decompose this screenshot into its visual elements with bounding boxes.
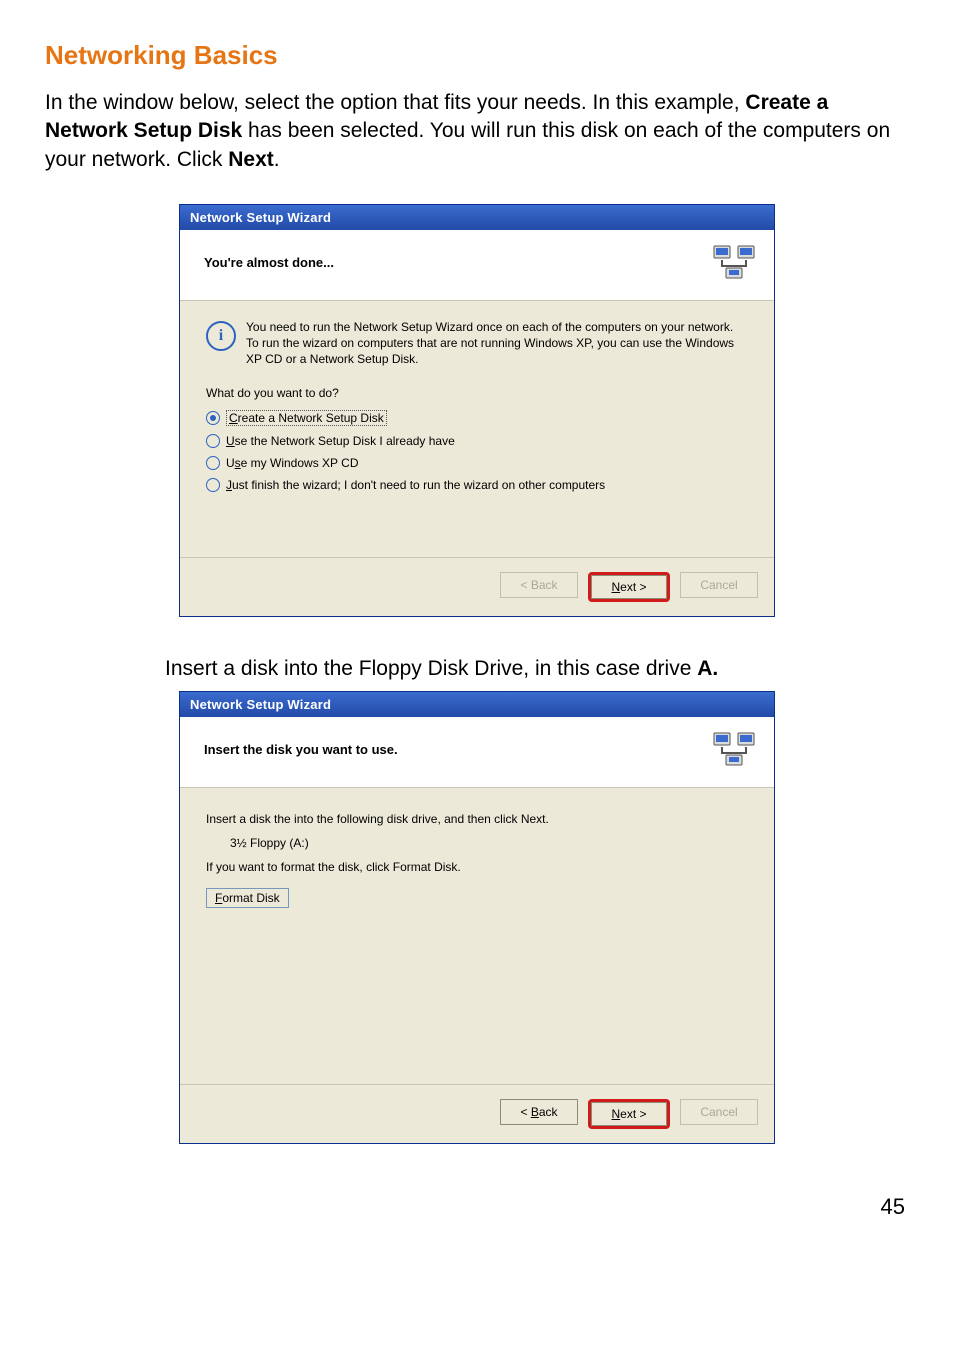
wizard-footer: < Back Next > Cancel — [180, 557, 774, 616]
opt-accel: U — [226, 434, 235, 448]
wizard-header: You're almost done... — [180, 230, 774, 301]
info-icon: i — [206, 321, 236, 351]
wizard-window-1: Network Setup Wizard You're almost done.… — [179, 204, 775, 617]
wizard-body: Insert a disk the into the following dis… — [180, 788, 774, 1084]
next-rest: ext > — [620, 1107, 646, 1121]
radio-option-create-disk[interactable]: Create a Network Setup Disk — [206, 410, 748, 426]
network-icon — [712, 242, 756, 282]
radio-option-use-xp-cd[interactable]: Use my Windows XP CD — [206, 456, 748, 470]
intro-bold-2: Next — [228, 148, 274, 171]
opt-accel: C — [229, 411, 238, 425]
intro-text-3: . — [274, 148, 280, 171]
titlebar: Network Setup Wizard — [180, 692, 774, 717]
page-number: 45 — [45, 1194, 909, 1220]
caption2-text: Insert a disk into the Floppy Disk Drive… — [165, 657, 697, 680]
wizard-heading: You're almost done... — [204, 255, 334, 270]
info-text: You need to run the Network Setup Wizard… — [246, 319, 748, 368]
opt-label: e my Windows XP CD — [241, 456, 359, 470]
back-button: < Back — [500, 572, 578, 598]
opt-prefix: U — [226, 456, 235, 470]
opt-label: ust finish the wizard; I don't need to r… — [232, 478, 605, 492]
cancel-button: Cancel — [680, 1099, 758, 1125]
intro-paragraph: In the window below, select the option t… — [45, 89, 909, 174]
next-button[interactable]: Next > — [591, 575, 667, 599]
format-disk-button[interactable]: Format Disk — [206, 888, 289, 908]
radio-icon — [206, 478, 220, 492]
cancel-button: Cancel — [680, 572, 758, 598]
drive-label: 3½ Floppy (A:) — [230, 836, 748, 850]
radio-icon — [206, 411, 220, 425]
back-button[interactable]: < Back — [500, 1099, 578, 1125]
radio-icon — [206, 434, 220, 448]
instruction-line-1: Insert a disk the into the following dis… — [206, 812, 748, 826]
format-rest: ormat Disk — [222, 891, 279, 905]
next-button-highlight: Next > — [588, 1099, 670, 1129]
radio-option-use-existing-disk[interactable]: Use the Network Setup Disk I already hav… — [206, 434, 748, 448]
titlebar: Network Setup Wizard — [180, 205, 774, 230]
next-rest: ext > — [620, 580, 646, 594]
next-accel: N — [611, 1107, 620, 1121]
wizard-footer: < Back Next > Cancel — [180, 1084, 774, 1143]
page-title: Networking Basics — [45, 40, 909, 71]
radio-icon — [206, 456, 220, 470]
back-accel: B — [531, 1105, 539, 1119]
wizard-question: What do you want to do? — [206, 386, 748, 400]
wizard-header: Insert the disk you want to use. — [180, 717, 774, 788]
intro-text-1: In the window below, select the option t… — [45, 91, 745, 114]
opt-label: se the Network Setup Disk I already have — [235, 434, 455, 448]
next-accel: N — [611, 580, 620, 594]
next-button-highlight: Next > — [588, 572, 670, 602]
wizard-heading: Insert the disk you want to use. — [204, 742, 398, 757]
instruction-line-2: If you want to format the disk, click Fo… — [206, 860, 748, 874]
back-prefix: < — [520, 1105, 530, 1119]
network-icon — [712, 729, 756, 769]
next-button[interactable]: Next > — [591, 1102, 667, 1126]
wizard-window-2: Network Setup Wizard Insert the disk you… — [179, 691, 775, 1144]
caption-insert-disk: Insert a disk into the Floppy Disk Drive… — [165, 657, 909, 681]
caption2-bold: A. — [697, 657, 718, 680]
opt-label: reate a Network Setup Disk — [238, 411, 384, 425]
radio-option-just-finish[interactable]: Just finish the wizard; I don't need to … — [206, 478, 748, 492]
back-rest: ack — [539, 1105, 558, 1119]
wizard-body: i You need to run the Network Setup Wiza… — [180, 301, 774, 557]
